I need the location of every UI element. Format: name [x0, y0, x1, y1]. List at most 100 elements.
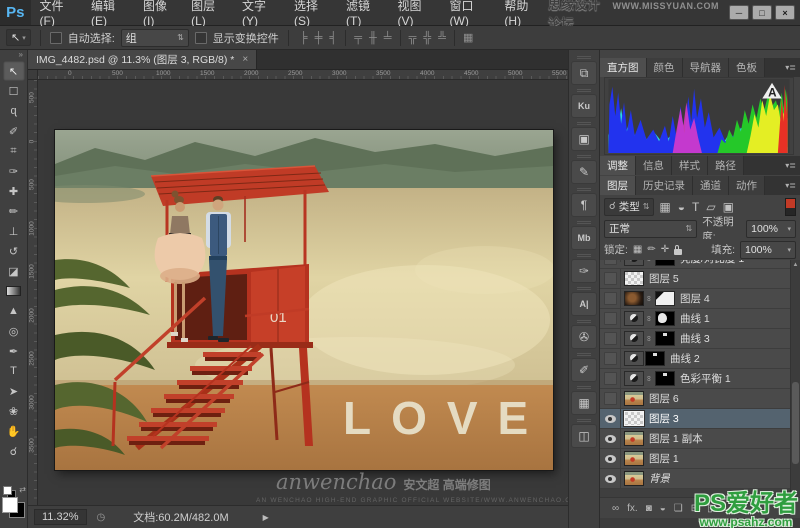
gradient-tool-icon[interactable]	[3, 281, 25, 301]
minimize-button[interactable]: ─	[729, 5, 749, 20]
menu-item-1[interactable]: 编辑(E)	[82, 0, 134, 25]
lock-position-icon[interactable]: ✛	[661, 244, 669, 255]
photo-document[interactable]: 01	[55, 130, 553, 470]
layer-visibility-toggle[interactable]	[600, 429, 621, 448]
tab-top-3[interactable]: 色板	[729, 58, 765, 77]
show-transform-checkbox[interactable]	[195, 32, 207, 44]
timeline-panel-icon[interactable]: ▦	[571, 391, 597, 415]
layer-row-3[interactable]: ∞曲线 1	[600, 309, 790, 329]
maximize-button[interactable]: □	[752, 5, 772, 20]
history-brush-tool-icon[interactable]: ↺	[3, 241, 25, 261]
close-button[interactable]: ×	[775, 5, 795, 20]
menu-item-2[interactable]: 图像(I)	[134, 0, 182, 25]
character-panel-icon[interactable]: A|	[571, 292, 597, 316]
layer-visibility-toggle[interactable]	[600, 289, 621, 308]
move-tool-icon[interactable]: ↖	[3, 61, 25, 81]
menu-item-6[interactable]: 滤镜(T)	[337, 0, 388, 25]
auto-select-dropdown[interactable]: 组 ⇅	[121, 29, 189, 47]
layer-visibility-toggle[interactable]	[600, 309, 621, 328]
tab-top-0[interactable]: 直方图	[600, 58, 647, 77]
notes-panel-icon[interactable]: ✎	[571, 160, 597, 184]
close-document-icon[interactable]: ×	[242, 54, 248, 65]
new-group-icon[interactable]: ❏	[674, 503, 683, 514]
clone-source-panel-icon[interactable]: ⧉	[571, 61, 597, 85]
foreground-color-swatch[interactable]	[2, 497, 18, 513]
menu-item-9[interactable]: 帮助(H)	[495, 0, 548, 25]
lock-pixels-icon[interactable]: ✏	[647, 244, 655, 255]
lasso-tool-icon[interactable]: ɋ	[3, 101, 25, 121]
auto-select-checkbox[interactable]	[50, 32, 62, 44]
align-top-edges-icon[interactable]: ╤	[352, 32, 364, 44]
opacity-field[interactable]: 100% ▾	[746, 220, 796, 238]
tab-mid-1[interactable]: 信息	[636, 156, 672, 175]
tab-top-1[interactable]: 颜色	[647, 58, 683, 77]
tab-layers-0[interactable]: 图层	[600, 176, 636, 195]
new-adjustment-layer-icon[interactable]: ◒	[660, 503, 666, 514]
layer-visibility-toggle[interactable]	[600, 260, 621, 262]
hand-tool-icon[interactable]: ✋	[3, 421, 25, 441]
layer-visibility-toggle[interactable]	[600, 349, 621, 368]
tab-top-2[interactable]: 导航器	[683, 58, 730, 77]
tool-presets-panel-icon[interactable]: ✇	[571, 325, 597, 349]
layer-row-1[interactable]: 图层 5	[600, 269, 790, 289]
canvas-area[interactable]: 01	[38, 80, 568, 505]
marquee-tool-icon[interactable]: ☐	[3, 81, 25, 101]
align-bottom-edges-icon[interactable]: ╧	[382, 32, 394, 44]
filter-pixel-layers-icon[interactable]: ▦	[659, 200, 670, 214]
menu-item-0[interactable]: 文件(F)	[31, 0, 82, 25]
custom-shape-tool-icon[interactable]: ❀	[3, 401, 25, 421]
layer-row-0[interactable]: ∞亮度/对比度 1	[600, 260, 790, 269]
filter-adjustment-layers-icon[interactable]: ◒	[678, 200, 685, 214]
layer-visibility-toggle[interactable]	[600, 409, 621, 428]
menu-item-8[interactable]: 窗口(W)	[441, 0, 496, 25]
type-tool-icon[interactable]: T	[3, 361, 25, 381]
align-right-edges-icon[interactable]: ╡	[327, 32, 339, 44]
align-left-edges-icon[interactable]: ╞	[298, 32, 310, 44]
tab-mid-0[interactable]: 调整	[600, 156, 636, 175]
clone-stamp-tool-icon[interactable]: ⊥	[3, 221, 25, 241]
layer-visibility-toggle[interactable]	[600, 449, 621, 468]
collapse-tools-icon[interactable]: »	[0, 50, 27, 61]
eyedropper-tool-icon[interactable]: ✑	[3, 161, 25, 181]
layer-visibility-toggle[interactable]	[600, 389, 621, 408]
quick-selection-tool-icon[interactable]: ✐	[3, 121, 25, 141]
filter-smart-objects-icon[interactable]: ▣	[723, 200, 734, 214]
current-tool-chip[interactable]: ↖ ▾	[6, 29, 31, 46]
crop-tool-icon[interactable]: ⌗	[3, 141, 25, 161]
menu-item-7[interactable]: 视图(V)	[389, 0, 441, 25]
layer-row-9[interactable]: 图层 1 副本	[600, 429, 790, 449]
layer-row-10[interactable]: 图层 1	[600, 449, 790, 469]
mini-bridge-panel-icon[interactable]: Mb	[571, 226, 597, 250]
filter-shape-layers-icon[interactable]: ▱	[706, 200, 715, 214]
auto-align-layers-icon[interactable]: ▦	[461, 31, 475, 44]
default-colors-icon[interactable]	[3, 486, 12, 495]
paragraph-panel-icon[interactable]: ¶	[571, 193, 597, 217]
document-tab[interactable]: IMG_4482.psd @ 11.3% (图层 3, RGB/8) * ×	[28, 50, 257, 69]
add-layer-mask-icon[interactable]: ◙	[646, 503, 652, 514]
link-layers-icon[interactable]: ∞	[612, 503, 619, 514]
align-vertical-centers-icon[interactable]: ╫	[367, 32, 379, 44]
tab-layers-1[interactable]: 历史记录	[636, 176, 693, 195]
brush-presets-panel-icon[interactable]: ✑	[571, 259, 597, 283]
layer-comps-panel-icon[interactable]: ◫	[571, 424, 597, 448]
zoom-tool-icon[interactable]: ☌	[3, 441, 25, 461]
panel-menu-icon[interactable]: ▾≣	[785, 156, 800, 175]
distribute-vertical-centers-icon[interactable]: ╬	[421, 32, 433, 44]
layer-row-4[interactable]: ∞曲线 3	[600, 329, 790, 349]
menu-item-4[interactable]: 文字(Y)	[233, 0, 285, 25]
layers-scrollbar[interactable]: ▲	[790, 260, 800, 497]
layer-row-5[interactable]: 曲线 2	[600, 349, 790, 369]
blur-tool-icon[interactable]: ▲	[3, 301, 25, 321]
menu-item-5[interactable]: 选择(S)	[285, 0, 337, 25]
blend-mode-dropdown[interactable]: 正常 ⇅	[604, 220, 697, 238]
layer-style-icon[interactable]: fx.	[627, 503, 638, 514]
dodge-tool-icon[interactable]: ◎	[3, 321, 25, 341]
fill-field[interactable]: 100% ▾	[740, 241, 796, 259]
tab-mid-2[interactable]: 样式	[672, 156, 708, 175]
eraser-tool-icon[interactable]: ◪	[3, 261, 25, 281]
tab-layers-2[interactable]: 通道	[693, 176, 729, 195]
horizontal-ruler[interactable]: 0500100015002000250030003500400045005000…	[38, 70, 568, 80]
layer-visibility-toggle[interactable]	[600, 269, 621, 288]
status-menu-arrow-icon[interactable]: ▶	[263, 513, 269, 522]
layer-row-11[interactable]: 背景	[600, 469, 790, 489]
